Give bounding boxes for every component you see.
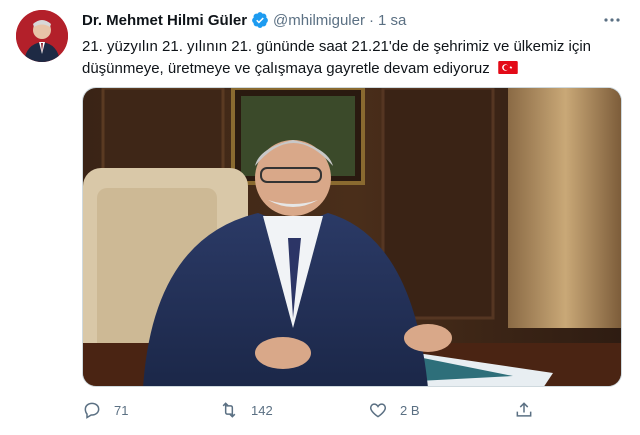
- reply-button[interactable]: 71: [82, 398, 128, 422]
- reply-icon: [84, 402, 100, 419]
- display-name[interactable]: Dr. Mehmet Hilmi Güler: [82, 12, 247, 29]
- avatar[interactable]: [16, 10, 68, 62]
- like-count: 2 B: [400, 402, 420, 418]
- retweet-button[interactable]: 142: [219, 398, 273, 422]
- retweet-count: 142: [251, 402, 273, 418]
- share-icon: [516, 402, 532, 417]
- like-button[interactable]: 2 B: [368, 398, 420, 422]
- tweet-header: Dr. Mehmet Hilmi Güler @mhilmiguler · 1 …: [82, 10, 406, 30]
- heart-icon: [369, 403, 387, 418]
- tweet-card[interactable]: Dr. Mehmet Hilmi Güler @mhilmiguler · 1 …: [0, 0, 640, 435]
- tweet-photo[interactable]: [82, 87, 622, 387]
- tweet-text: 21. yüzyılın 21. yılının 21. gününde saa…: [82, 36, 622, 80]
- share-button[interactable]: [514, 398, 546, 422]
- separator-dot: ·: [368, 11, 374, 29]
- user-handle[interactable]: @mhilmiguler: [273, 12, 365, 29]
- verified-badge-icon: [252, 12, 268, 28]
- reply-count: 71: [114, 402, 129, 418]
- tweet-actions: 71 142 2 B: [82, 398, 622, 422]
- flag-turkey-icon: [498, 61, 518, 74]
- more-options-icon[interactable]: [602, 10, 622, 30]
- timestamp[interactable]: 1 sa: [378, 12, 406, 29]
- retweet-icon: [222, 402, 236, 418]
